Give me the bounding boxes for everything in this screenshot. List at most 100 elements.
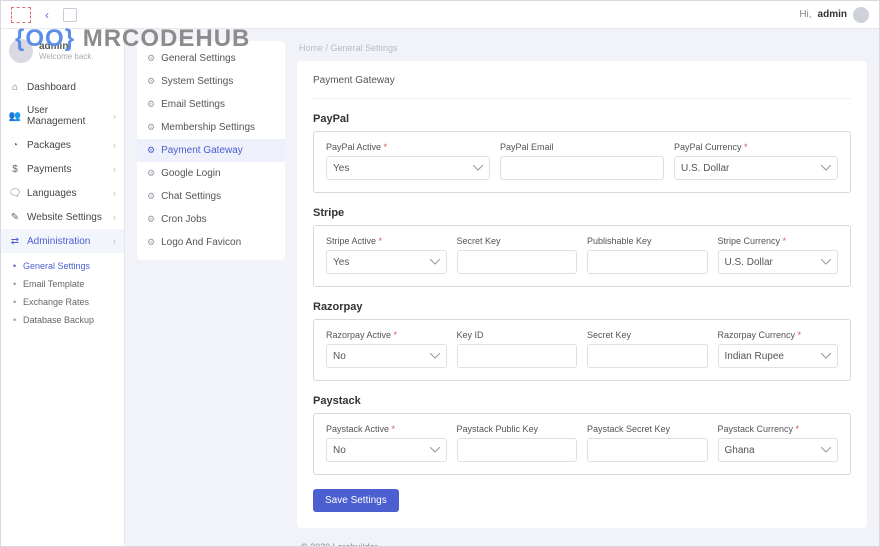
paystack-secret-label: Paystack Secret Key bbox=[587, 424, 708, 434]
header-username: admin bbox=[818, 9, 847, 20]
gear-icon: ⚙ bbox=[147, 237, 155, 248]
paypal-email-label: PayPal Email bbox=[500, 142, 664, 152]
settings-nav-payment-gateway[interactable]: ⚙ Payment Gateway bbox=[137, 139, 285, 162]
sidebar-icon: 🗨 bbox=[9, 187, 21, 199]
sidebar-item-website-settings[interactable]: ✎ Website Settings › bbox=[1, 205, 124, 229]
sidebar-item-user-management[interactable]: 👥 User Management › bbox=[1, 99, 124, 133]
settings-nav-cron-jobs[interactable]: ⚙ Cron Jobs bbox=[137, 208, 285, 231]
gear-icon: ⚙ bbox=[147, 145, 155, 156]
sidebar-item-label: Administration bbox=[27, 236, 107, 247]
settings-nav-system-settings[interactable]: ⚙ System Settings bbox=[137, 70, 285, 93]
paypal-active-label: PayPal Active * bbox=[326, 142, 490, 152]
gear-icon: ⚙ bbox=[147, 214, 155, 225]
sidebar-icon: ⇄ bbox=[9, 235, 21, 247]
stripe-pub-input[interactable] bbox=[587, 250, 708, 274]
sidebar-icon: ✎ bbox=[9, 211, 21, 223]
sidebar-sub-email-template[interactable]: Email Template bbox=[1, 275, 124, 293]
doc-icon[interactable] bbox=[63, 8, 77, 22]
razorpay-secret-label: Secret Key bbox=[587, 330, 708, 340]
razorpay-active-select[interactable]: No bbox=[326, 344, 447, 368]
main-content: Home / General Settings Payment Gateway … bbox=[285, 29, 879, 546]
settings-nav-label: System Settings bbox=[161, 76, 233, 87]
gear-icon: ⚙ bbox=[147, 53, 155, 64]
gear-icon: ⚙ bbox=[147, 76, 155, 87]
sidebar-item-payments[interactable]: $ Payments › bbox=[1, 157, 124, 181]
settings-subnav: ⚙ General Settings⚙ System Settings⚙ Ema… bbox=[137, 41, 285, 260]
panel: Payment Gateway PayPal PayPal Active * Y… bbox=[297, 61, 867, 528]
settings-nav-membership-settings[interactable]: ⚙ Membership Settings bbox=[137, 116, 285, 139]
stripe-pub-label: Publishable Key bbox=[587, 236, 708, 246]
sidebar-icon: 👥 bbox=[9, 110, 21, 122]
settings-nav-chat-settings[interactable]: ⚙ Chat Settings bbox=[137, 185, 285, 208]
sidebar-item-label: Website Settings bbox=[27, 212, 107, 223]
stripe-title: Stripe bbox=[313, 207, 851, 219]
back-arrow-icon[interactable]: ‹ bbox=[45, 8, 49, 22]
user-avatar-icon[interactable] bbox=[853, 7, 869, 23]
stripe-currency-label: Stripe Currency * bbox=[718, 236, 839, 246]
sidebar-icon: ◔ bbox=[9, 139, 21, 151]
chevron-right-icon: › bbox=[113, 140, 116, 150]
footer-text: © 2020 Larabuilder bbox=[297, 528, 867, 546]
sidebar-item-label: User Management bbox=[27, 105, 107, 127]
paystack-title: Paystack bbox=[313, 395, 851, 407]
gear-icon: ⚙ bbox=[147, 168, 155, 179]
settings-nav-label: Membership Settings bbox=[161, 122, 255, 133]
gear-icon: ⚙ bbox=[147, 99, 155, 110]
save-settings-button[interactable]: Save Settings bbox=[313, 489, 399, 512]
settings-nav-label: Cron Jobs bbox=[161, 214, 207, 225]
razorpay-section: Razorpay Active * No Key ID Secret Key bbox=[313, 319, 851, 381]
paystack-active-select[interactable]: No bbox=[326, 438, 447, 462]
paypal-active-select[interactable]: Yes bbox=[326, 156, 490, 180]
panel-title: Payment Gateway bbox=[313, 71, 851, 99]
paystack-currency-label: Paystack Currency * bbox=[718, 424, 839, 434]
sidebar-item-label: Payments bbox=[27, 164, 107, 175]
settings-nav-general-settings[interactable]: ⚙ General Settings bbox=[137, 47, 285, 70]
paystack-public-label: Paystack Public Key bbox=[457, 424, 578, 434]
sidebar-item-label: Dashboard bbox=[27, 82, 116, 93]
razorpay-keyid-input[interactable] bbox=[457, 344, 578, 368]
stripe-active-select[interactable]: Yes bbox=[326, 250, 447, 274]
sidebar-sub-general-settings[interactable]: General Settings bbox=[1, 257, 124, 275]
paypal-currency-label: PayPal Currency * bbox=[674, 142, 838, 152]
settings-nav-email-settings[interactable]: ⚙ Email Settings bbox=[137, 93, 285, 116]
razorpay-secret-input[interactable] bbox=[587, 344, 708, 368]
paypal-email-input[interactable] bbox=[500, 156, 664, 180]
sidebar-sub-exchange-rates[interactable]: Exchange Rates bbox=[1, 293, 124, 311]
stripe-currency-select[interactable]: U.S. Dollar bbox=[718, 250, 839, 274]
main-sidebar: admin Welcome back. ⌂ Dashboard 👥 User M… bbox=[1, 29, 125, 546]
sidebar-item-packages[interactable]: ◔ Packages › bbox=[1, 133, 124, 157]
chevron-right-icon: › bbox=[113, 236, 116, 246]
sidebar-item-administration[interactable]: ⇄ Administration › bbox=[1, 229, 124, 253]
paystack-public-input[interactable] bbox=[457, 438, 578, 462]
sidebar-item-languages[interactable]: 🗨 Languages › bbox=[1, 181, 124, 205]
stripe-section: Stripe Active * Yes Secret Key Publishab… bbox=[313, 225, 851, 287]
sidebar-sub-database-backup[interactable]: Database Backup bbox=[1, 311, 124, 329]
paypal-currency-select[interactable]: U.S. Dollar bbox=[674, 156, 838, 180]
settings-nav-label: Google Login bbox=[161, 168, 221, 179]
gear-icon: ⚙ bbox=[147, 122, 155, 133]
razorpay-active-label: Razorpay Active * bbox=[326, 330, 447, 340]
sidebar-username: admin bbox=[39, 41, 94, 52]
sidebar-item-dashboard[interactable]: ⌂ Dashboard bbox=[1, 75, 124, 99]
razorpay-currency-select[interactable]: Indian Rupee bbox=[718, 344, 839, 368]
paystack-secret-input[interactable] bbox=[587, 438, 708, 462]
gear-icon: ⚙ bbox=[147, 191, 155, 202]
stripe-active-label: Stripe Active * bbox=[326, 236, 447, 246]
chevron-right-icon: › bbox=[113, 212, 116, 222]
sidebar-avatar-icon bbox=[9, 39, 33, 63]
stripe-secret-input[interactable] bbox=[457, 250, 578, 274]
drag-handle-icon bbox=[11, 7, 31, 23]
sidebar-item-label: Languages bbox=[27, 188, 107, 199]
sidebar-icon: $ bbox=[9, 163, 21, 175]
settings-nav-logo-and-favicon[interactable]: ⚙ Logo And Favicon bbox=[137, 231, 285, 254]
paystack-currency-select[interactable]: Ghana bbox=[718, 438, 839, 462]
paypal-title: PayPal bbox=[313, 113, 851, 125]
stripe-secret-label: Secret Key bbox=[457, 236, 578, 246]
settings-nav-google-login[interactable]: ⚙ Google Login bbox=[137, 162, 285, 185]
settings-nav-label: General Settings bbox=[161, 53, 236, 64]
sidebar-item-label: Packages bbox=[27, 140, 107, 151]
paypal-section: PayPal Active * Yes PayPal Email PayPal … bbox=[313, 131, 851, 193]
sidebar-icon: ⌂ bbox=[9, 81, 21, 93]
sidebar-user-block: admin Welcome back. bbox=[1, 29, 124, 71]
settings-nav-label: Chat Settings bbox=[161, 191, 221, 202]
